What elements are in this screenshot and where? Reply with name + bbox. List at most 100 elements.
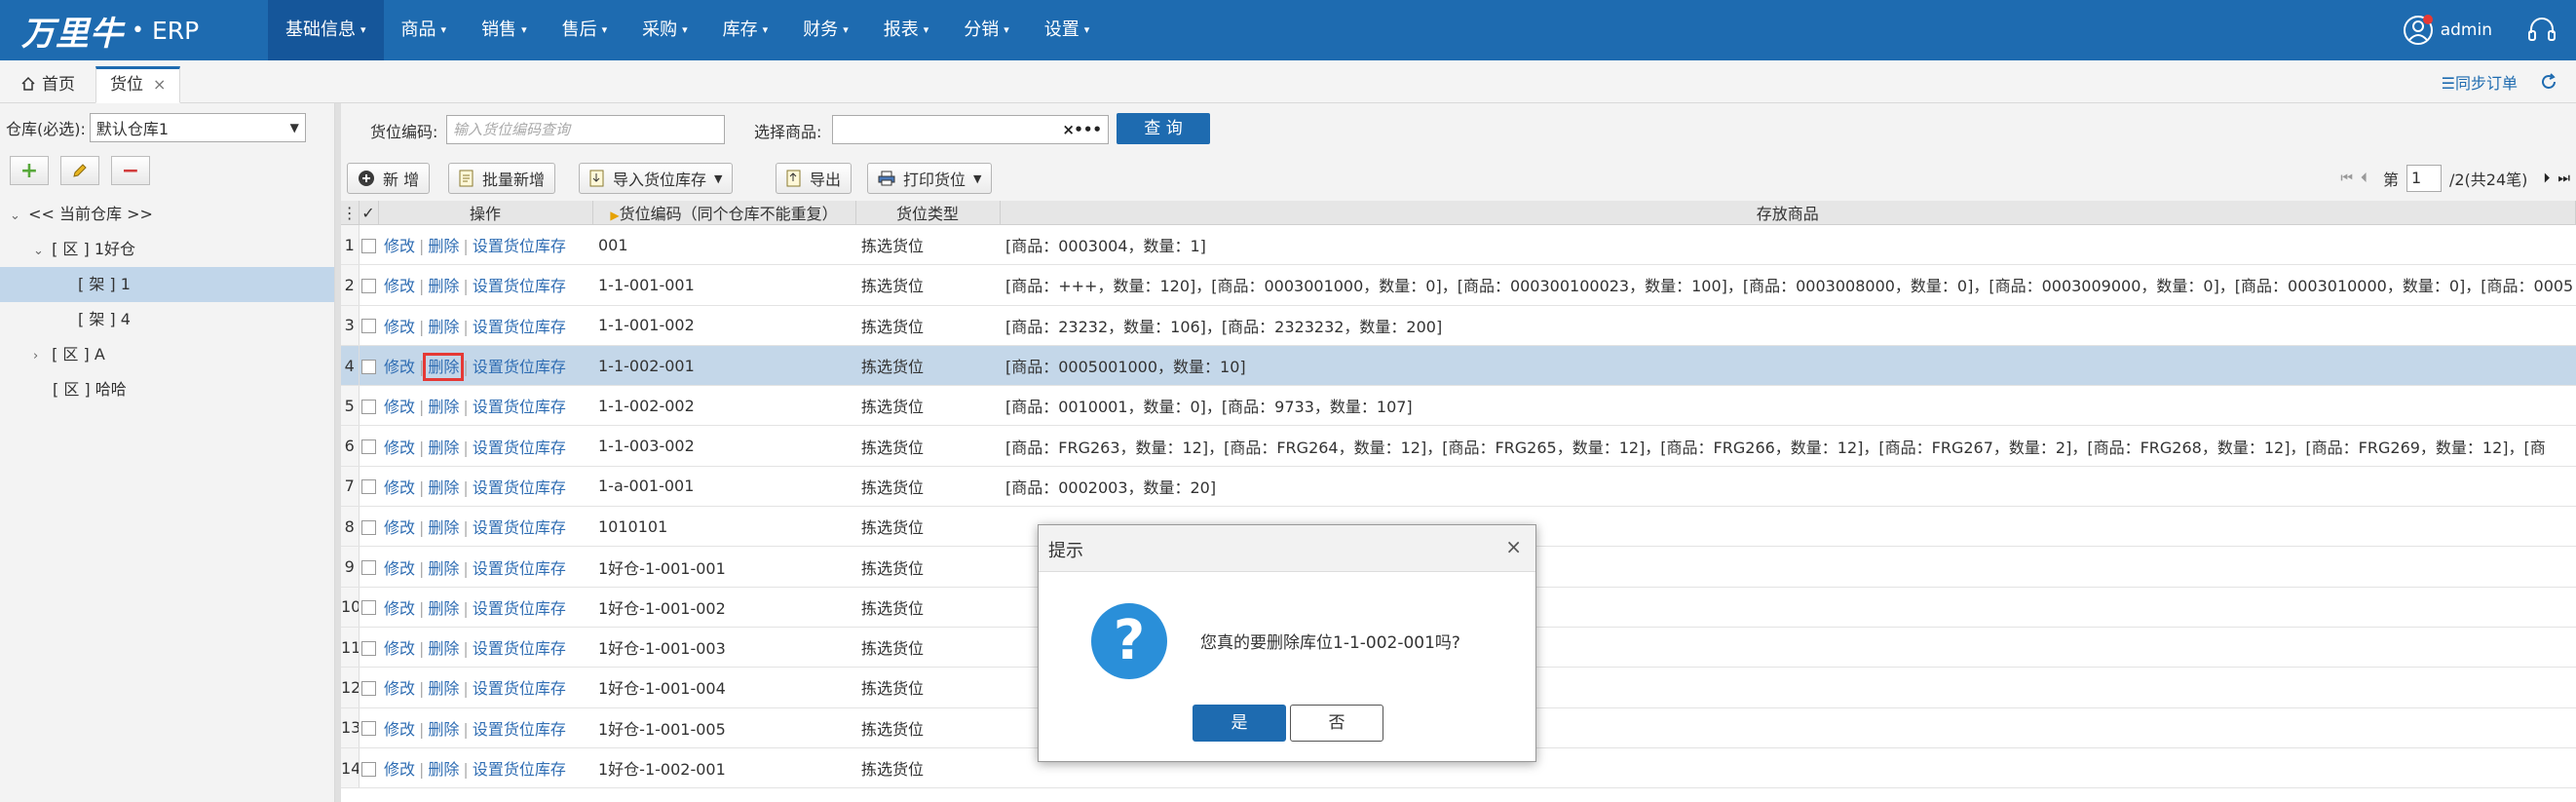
- row-checkbox[interactable]: [359, 587, 378, 628]
- delete-link[interactable]: 删除: [423, 353, 465, 382]
- clear-icon[interactable]: ×: [1062, 116, 1075, 143]
- edit-link[interactable]: 修改: [384, 559, 415, 578]
- menu-item-distribution[interactable]: 分销 ▾: [946, 0, 1027, 60]
- menu-item-after-sales[interactable]: 售后 ▾: [545, 0, 625, 60]
- tree-node-shelf-4[interactable]: [ 架 ] 4: [0, 302, 334, 337]
- tab-storage-location[interactable]: 货位 ×: [95, 66, 181, 103]
- code-input[interactable]: 输入货位编码查询: [446, 115, 725, 144]
- set-stock-link[interactable]: 设置货位库存: [473, 478, 566, 497]
- row-checkbox[interactable]: [359, 667, 378, 708]
- table-row[interactable]: 7 修改 | 删除 | 设置货位库存 1-a-001-001 拣选货位 [商品：0002003，…: [341, 466, 2576, 508]
- set-stock-link[interactable]: 设置货位库存: [473, 639, 566, 658]
- edit-link[interactable]: 修改: [384, 237, 415, 255]
- tree-node-zone-1[interactable]: ⌄ [ 区 ] 1好仓: [0, 232, 334, 267]
- tab-home[interactable]: 首页: [6, 66, 90, 103]
- edit-link[interactable]: 修改: [384, 720, 415, 739]
- more-icon[interactable]: •••: [1074, 116, 1102, 143]
- delete-link[interactable]: 删除: [428, 277, 459, 295]
- chevron-right-icon[interactable]: ›: [33, 339, 47, 374]
- delete-link[interactable]: 删除: [428, 398, 459, 416]
- delete-link[interactable]: 删除: [428, 639, 459, 658]
- menu-item-sales[interactable]: 销售 ▾: [464, 0, 545, 60]
- import-button[interactable]: 导入货位库存 ▼: [579, 163, 734, 194]
- export-button[interactable]: 导出: [776, 163, 852, 194]
- row-checkbox[interactable]: [359, 747, 378, 789]
- table-row[interactable]: 5 修改 | 删除 | 设置货位库存 1-1-002-002 拣选货位 [商品：0010001，…: [341, 385, 2576, 427]
- delete-link[interactable]: 删除: [428, 518, 459, 537]
- logo[interactable]: 万里牛 • ERP: [21, 8, 199, 54]
- menu-item-purchase[interactable]: 采购 ▾: [625, 0, 705, 60]
- confirm-no-button[interactable]: 否: [1290, 705, 1383, 742]
- row-checkbox[interactable]: [359, 224, 378, 266]
- row-checkbox[interactable]: [359, 506, 378, 548]
- print-button[interactable]: 打印货位 ▼: [867, 163, 993, 194]
- row-checkbox[interactable]: [359, 466, 378, 508]
- chevron-down-icon[interactable]: ⌄: [10, 199, 23, 234]
- set-stock-link[interactable]: 设置货位库存: [473, 398, 566, 416]
- warehouse-select[interactable]: 默认仓库1 ▼: [89, 113, 306, 142]
- page-input[interactable]: 1: [2406, 165, 2442, 192]
- row-checkbox[interactable]: [359, 425, 378, 467]
- tree-node-zone-a[interactable]: › [ 区 ] A: [0, 337, 334, 372]
- first-page-icon[interactable]: ⏮: [2340, 171, 2353, 186]
- edit-node-button[interactable]: [60, 156, 99, 185]
- set-stock-link[interactable]: 设置货位库存: [473, 237, 566, 255]
- table-row[interactable]: 6 修改 | 删除 | 设置货位库存 1-1-003-002 拣选货位 [商品：FRG263，数…: [341, 425, 2576, 467]
- user-avatar-icon[interactable]: [2402, 14, 2435, 47]
- set-stock-link[interactable]: 设置货位库存: [473, 277, 566, 295]
- chevron-down-icon[interactable]: ⌄: [33, 234, 47, 269]
- next-page-icon[interactable]: ⏵: [2543, 171, 2550, 186]
- goods-select[interactable]: × •••: [832, 115, 1109, 144]
- headset-icon[interactable]: [2525, 14, 2558, 47]
- set-stock-link[interactable]: 设置货位库存: [473, 720, 566, 739]
- menu-item-basic-info[interactable]: 基础信息 ▾: [268, 0, 384, 60]
- last-page-icon[interactable]: ⏭: [2557, 171, 2570, 186]
- table-row[interactable]: 3 修改 | 删除 | 设置货位库存 1-1-001-002 拣选货位 [商品：23232，数量…: [341, 305, 2576, 346]
- set-stock-link[interactable]: 设置货位库存: [473, 559, 566, 578]
- edit-link[interactable]: 修改: [384, 398, 415, 416]
- tree-node-current-warehouse[interactable]: ⌄ << 当前仓库 >>: [0, 197, 334, 232]
- row-checkbox[interactable]: [359, 264, 378, 306]
- prev-page-icon[interactable]: ⏴: [2361, 171, 2368, 186]
- delete-node-button[interactable]: −: [111, 156, 150, 185]
- edit-link[interactable]: 修改: [384, 478, 415, 497]
- delete-link[interactable]: 删除: [428, 559, 459, 578]
- row-menu-icon[interactable]: ⋮: [341, 201, 360, 225]
- menu-item-finance[interactable]: 财务 ▾: [785, 0, 866, 60]
- edit-link[interactable]: 修改: [384, 679, 415, 698]
- tree-node-zone-haha[interactable]: [ 区 ] 哈哈: [0, 372, 334, 407]
- menu-item-reports[interactable]: 报表 ▾: [866, 0, 947, 60]
- add-node-button[interactable]: +: [10, 156, 49, 185]
- menu-item-goods[interactable]: 商品 ▾: [384, 0, 465, 60]
- tree-node-shelf-1[interactable]: [ 架 ] 1: [0, 267, 334, 302]
- row-checkbox[interactable]: [359, 627, 378, 668]
- delete-link[interactable]: 删除: [428, 237, 459, 255]
- row-checkbox[interactable]: [359, 345, 378, 387]
- menu-item-inventory[interactable]: 库存 ▾: [705, 0, 786, 60]
- select-all-check[interactable]: ✓: [359, 201, 379, 225]
- edit-link[interactable]: 修改: [384, 518, 415, 537]
- confirm-yes-button[interactable]: 是: [1193, 705, 1286, 742]
- edit-link[interactable]: 修改: [384, 277, 415, 295]
- table-row[interactable]: 1 修改 | 删除 | 设置货位库存 001 拣选货位 [商品：0003004，数量：1]: [341, 224, 2576, 266]
- row-checkbox[interactable]: [359, 546, 378, 588]
- set-stock-link[interactable]: 设置货位库存: [473, 599, 566, 618]
- add-button[interactable]: 新 增: [347, 163, 431, 194]
- edit-link[interactable]: 修改: [384, 599, 415, 618]
- delete-link[interactable]: 删除: [428, 439, 459, 457]
- edit-link[interactable]: 修改: [384, 358, 415, 376]
- query-button[interactable]: 查 询: [1117, 113, 1210, 144]
- username[interactable]: admin: [2441, 20, 2492, 40]
- set-stock-link[interactable]: 设置货位库存: [473, 318, 566, 336]
- close-icon[interactable]: ×: [1505, 535, 1522, 558]
- delete-link[interactable]: 删除: [428, 318, 459, 336]
- set-stock-link[interactable]: 设置货位库存: [473, 760, 566, 779]
- row-checkbox[interactable]: [359, 305, 378, 346]
- table-row[interactable]: 2 修改 | 删除 | 设置货位库存 1-1-001-001 拣选货位 [商品：+++，数量：1…: [341, 264, 2576, 306]
- edit-link[interactable]: 修改: [384, 318, 415, 336]
- delete-link[interactable]: 删除: [428, 679, 459, 698]
- delete-link[interactable]: 删除: [428, 599, 459, 618]
- table-row[interactable]: 4 修改 | 删除 | 设置货位库存 1-1-002-001 拣选货位 [商品：00050010…: [341, 345, 2576, 387]
- row-checkbox[interactable]: [359, 385, 378, 427]
- edit-link[interactable]: 修改: [384, 439, 415, 457]
